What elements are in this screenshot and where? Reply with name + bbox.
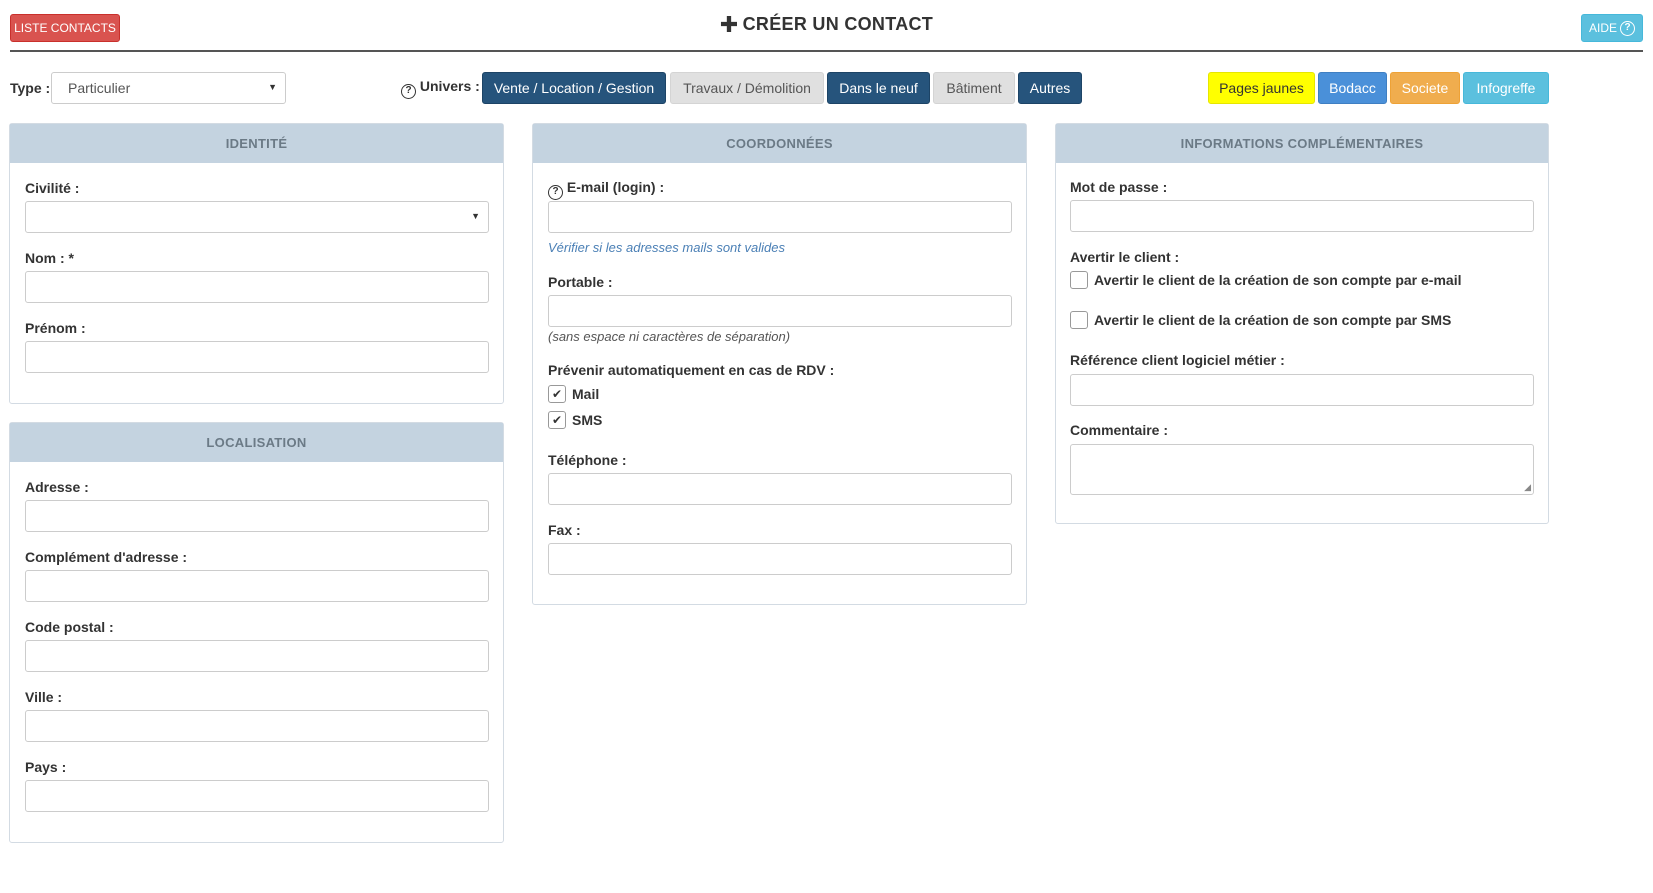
pays-input[interactable] bbox=[25, 780, 489, 812]
type-select-value: Particulier bbox=[68, 80, 131, 96]
univers-label: ? Univers : bbox=[401, 78, 480, 99]
civilite-select[interactable]: ▼ bbox=[25, 201, 489, 233]
univers-label-text: Univers : bbox=[419, 78, 480, 94]
identite-panel-title: IDENTITÉ bbox=[10, 124, 503, 163]
univers-dans-le-neuf-button[interactable]: Dans le neuf bbox=[827, 72, 930, 104]
avertir-email-checkbox[interactable] bbox=[1070, 271, 1088, 289]
type-select[interactable]: Particulier ▼ bbox=[51, 72, 286, 104]
informations-complementaires-panel: INFORMATIONS COMPLÉMENTAIRES Mot de pass… bbox=[1055, 123, 1549, 524]
avertir-client-label: Avertir le client : bbox=[1070, 249, 1180, 265]
prenom-label: Prénom : bbox=[25, 320, 86, 336]
password-input[interactable] bbox=[1070, 200, 1534, 232]
nom-label: Nom : * bbox=[25, 250, 74, 266]
code-postal-input[interactable] bbox=[25, 640, 489, 672]
fax-input[interactable] bbox=[548, 543, 1012, 575]
password-label: Mot de passe : bbox=[1070, 179, 1168, 195]
mail-checkbox-label: Mail bbox=[572, 386, 600, 402]
coordonnees-panel-title: COORDONNÉES bbox=[533, 124, 1026, 163]
ville-input[interactable] bbox=[25, 710, 489, 742]
ville-label: Ville : bbox=[25, 689, 63, 705]
adresse-input[interactable] bbox=[25, 500, 489, 532]
adresse-label: Adresse : bbox=[25, 479, 89, 495]
localisation-panel: LOCALISATION Adresse : Complément d'adre… bbox=[9, 422, 504, 843]
page-title-text: CRÉER UN CONTACT bbox=[742, 14, 934, 34]
portable-hint: (sans espace ni caractères de séparation… bbox=[548, 329, 791, 344]
portable-label: Portable : bbox=[548, 274, 613, 290]
sms-checkbox[interactable]: ✔ bbox=[548, 411, 566, 429]
avertir-sms-checkbox[interactable] bbox=[1070, 311, 1088, 329]
reference-client-label: Référence client logiciel métier : bbox=[1070, 352, 1285, 368]
plus-icon: ✚ bbox=[719, 12, 739, 37]
email-label-text: E-mail (login) : bbox=[566, 179, 665, 195]
commentaire-textarea[interactable]: ◢ bbox=[1070, 444, 1534, 495]
code-postal-label: Code postal : bbox=[25, 619, 114, 635]
type-label: Type : bbox=[10, 80, 51, 96]
caret-down-icon: ▼ bbox=[471, 211, 480, 221]
identite-panel: IDENTITÉ Civilité : ▼ Nom : * Prénom : bbox=[9, 123, 504, 404]
infogreffe-button[interactable]: Infogreffe bbox=[1463, 72, 1549, 104]
telephone-label: Téléphone : bbox=[548, 452, 627, 468]
resize-grip-icon[interactable]: ◢ bbox=[1524, 482, 1531, 493]
informations-complementaires-panel-title: INFORMATIONS COMPLÉMENTAIRES bbox=[1056, 124, 1548, 163]
commentaire-label: Commentaire : bbox=[1070, 422, 1169, 438]
email-input[interactable] bbox=[548, 201, 1012, 233]
univers-vente-location-gestion-button[interactable]: Vente / Location / Gestion bbox=[482, 72, 666, 104]
check-icon: ✔ bbox=[551, 387, 563, 401]
fax-label: Fax : bbox=[548, 522, 581, 538]
societe-button[interactable]: Societe bbox=[1390, 72, 1460, 104]
localisation-panel-title: LOCALISATION bbox=[10, 423, 503, 462]
caret-down-icon: ▼ bbox=[268, 82, 277, 92]
bodacc-button[interactable]: Bodacc bbox=[1318, 72, 1387, 104]
sms-checkbox-label: SMS bbox=[572, 412, 603, 428]
verify-emails-link[interactable]: Vérifier si les adresses mails sont vali… bbox=[548, 240, 785, 255]
mail-checkbox[interactable]: ✔ bbox=[548, 385, 566, 403]
telephone-input[interactable] bbox=[548, 473, 1012, 505]
avertir-email-label: Avertir le client de la création de son … bbox=[1094, 272, 1462, 288]
question-icon[interactable]: ? bbox=[548, 184, 563, 200]
pages-jaunes-button[interactable]: Pages jaunes bbox=[1208, 72, 1315, 104]
prevenir-rdv-label: Prévenir automatiquement en cas de RDV : bbox=[548, 362, 835, 378]
univers-travaux-demolition-button[interactable]: Travaux / Démolition bbox=[670, 72, 824, 104]
header-bar: LISTE CONTACTS ✚ CRÉER UN CONTACT AIDE ? bbox=[10, 0, 1643, 52]
portable-input[interactable] bbox=[548, 295, 1012, 327]
coordonnees-panel: COORDONNÉES ? E-mail (login) : Vérifier … bbox=[532, 123, 1027, 605]
prenom-input[interactable] bbox=[25, 341, 489, 373]
page-title: ✚ CRÉER UN CONTACT bbox=[10, 12, 1643, 38]
complement-adresse-label: Complément d'adresse : bbox=[25, 549, 188, 565]
civilite-label: Civilité : bbox=[25, 180, 80, 196]
question-icon[interactable]: ? bbox=[401, 83, 416, 99]
univers-autres-button[interactable]: Autres bbox=[1018, 72, 1082, 104]
avertir-sms-label: Avertir le client de la création de son … bbox=[1094, 312, 1452, 328]
email-label: ? E-mail (login) : bbox=[548, 179, 664, 200]
reference-client-input[interactable] bbox=[1070, 374, 1534, 406]
question-icon: ? bbox=[1620, 20, 1635, 36]
complement-adresse-input[interactable] bbox=[25, 570, 489, 602]
type-univers-bar: Type : Particulier ▼ ? Univers : Vente /… bbox=[10, 72, 1643, 106]
nom-input[interactable] bbox=[25, 271, 489, 303]
univers-batiment-button[interactable]: Bâtiment bbox=[933, 72, 1015, 104]
help-button[interactable]: AIDE ? bbox=[1581, 14, 1643, 42]
check-icon: ✔ bbox=[551, 413, 563, 427]
pays-label: Pays : bbox=[25, 759, 67, 775]
help-button-label: AIDE bbox=[1588, 21, 1617, 35]
